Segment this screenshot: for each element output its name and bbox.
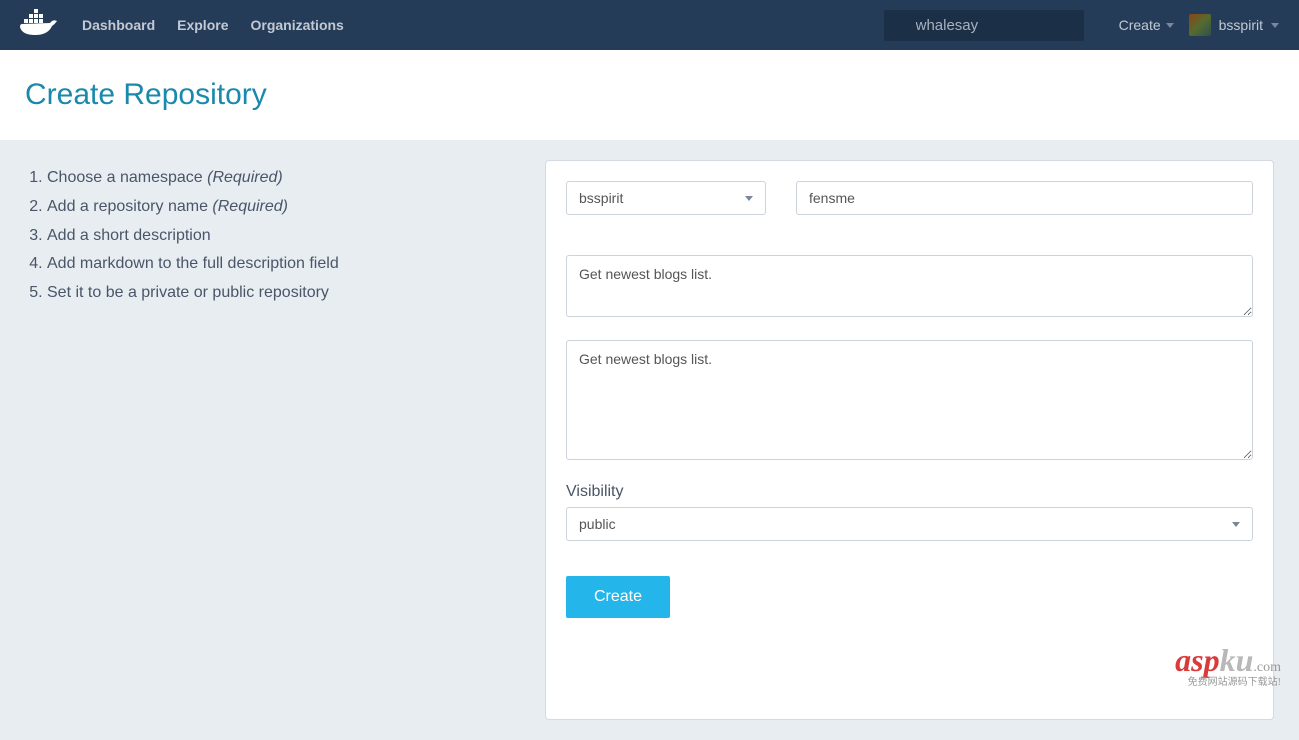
top-navbar: Dashboard Explore Organizations Create b… [0,0,1299,50]
chevron-down-icon [1232,522,1240,527]
steps-panel: Choose a namespace (Required) Add a repo… [25,160,505,720]
nav-right: Create bsspirit [884,10,1279,41]
chevron-down-icon [1271,23,1279,28]
short-description-input[interactable] [566,255,1253,317]
main-area: Choose a namespace (Required) Add a repo… [0,140,1299,740]
create-label: Create [1119,17,1161,33]
namespace-select[interactable]: bsspirit [566,181,766,215]
namespace-value: bsspirit [579,190,623,206]
full-description-input[interactable] [566,340,1253,460]
nav-organizations[interactable]: Organizations [250,17,343,33]
visibility-label: Visibility [566,483,1253,501]
steps-list: Choose a namespace (Required) Add a repo… [25,166,505,306]
watermark: aspku.com 免费网站源码下载站! [1175,642,1281,688]
user-menu[interactable]: bsspirit [1189,14,1279,36]
page-title: Create Repository [25,78,1274,112]
step-item: Add a short description [47,224,505,249]
nav-links: Dashboard Explore Organizations [82,17,884,33]
step-item: Choose a namespace (Required) [47,166,505,191]
page-header: Create Repository [0,50,1299,140]
avatar [1189,14,1211,36]
chevron-down-icon [1166,23,1174,28]
nav-dashboard[interactable]: Dashboard [82,17,155,33]
namespace-row: bsspirit [566,181,1253,215]
step-item: Add markdown to the full description fie… [47,252,505,277]
repo-name-input[interactable] [796,181,1253,215]
docker-logo-icon[interactable] [20,9,62,42]
form-panel: bsspirit Visibility public Create [545,160,1274,720]
step-item: Set it to be a private or public reposit… [47,281,505,306]
search-input[interactable] [884,10,1084,41]
step-item: Add a repository name (Required) [47,195,505,220]
create-button[interactable]: Create [566,576,670,618]
visibility-select[interactable]: public [566,507,1253,541]
nav-explore[interactable]: Explore [177,17,228,33]
username-label: bsspirit [1219,17,1263,33]
chevron-down-icon [745,196,753,201]
visibility-value: public [579,516,616,532]
create-dropdown[interactable]: Create [1119,17,1174,33]
search-wrap [884,10,1084,41]
